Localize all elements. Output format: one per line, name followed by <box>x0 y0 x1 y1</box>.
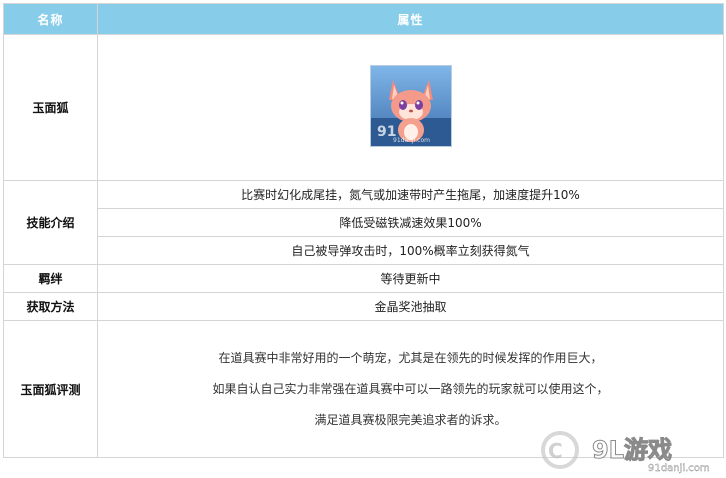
svg-text:91danji.com: 91danji.com <box>648 463 710 474</box>
table-header-row: 名称 属性 <box>3 3 724 35</box>
bond-value: 等待更新中 <box>97 264 724 293</box>
review-line: 在道具赛中非常好用的一个萌宠，尤其是在领先的时候发挥的作用巨大， <box>218 350 603 365</box>
bond-label: 羁绊 <box>3 264 98 293</box>
table-row: 降低受磁铁减速效果100% <box>4 208 724 237</box>
pet-image: 91 91danji.com <box>369 65 452 147</box>
table-row: 羁绊 等待更新中 <box>3 264 724 293</box>
table-row: 玉面狐 91 91danji.com <box>3 34 724 181</box>
obtain-value: 金晶奖池抽取 <box>97 292 724 321</box>
pet-name: 玉面狐 <box>3 34 98 181</box>
svg-text:91danji.com: 91danji.com <box>393 137 430 144</box>
header-name: 名称 <box>3 3 98 35</box>
table-row: 技能介绍 比赛时幻化成尾挂，氮气或加速带时产生拖尾，加速度提升10% <box>3 180 724 265</box>
site-watermark: C 9L游戏 91danji.com <box>530 428 724 474</box>
skill-item: 降低受磁铁减速效果100% <box>97 208 724 237</box>
obtain-label: 获取方法 <box>3 292 98 321</box>
table-row: 获取方法 金晶奖池抽取 <box>3 292 724 321</box>
pet-image-cell: 91 91danji.com <box>97 34 724 181</box>
skill-item: 比赛时幻化成尾挂，氮气或加速带时产生拖尾，加速度提升10% <box>97 180 724 209</box>
svg-text:9L游戏: 9L游戏 <box>592 436 672 464</box>
table-row: 自己被导弹攻击时，100%概率立刻获得氮气 <box>4 236 724 265</box>
skill-item: 自己被导弹攻击时，100%概率立刻获得氮气 <box>97 236 724 265</box>
review-label: 玉面狐评测 <box>3 320 98 458</box>
header-attribute: 属性 <box>97 3 724 35</box>
svg-text:C: C <box>548 439 563 463</box>
watermark-logo-icon: C 9L游戏 91danji.com <box>541 431 710 474</box>
fox-pet-icon: 91 91danji.com <box>370 66 451 146</box>
review-line: 如果自认自己实力非常强在道具赛中可以一路领先的玩家就可以使用这个， <box>212 381 609 396</box>
pet-info-table: 名称 属性 玉面狐 91 91danji.com 技能介绍 比赛时幻化成尾挂，氮… <box>3 3 724 458</box>
skills-label: 技能介绍 <box>3 180 98 265</box>
